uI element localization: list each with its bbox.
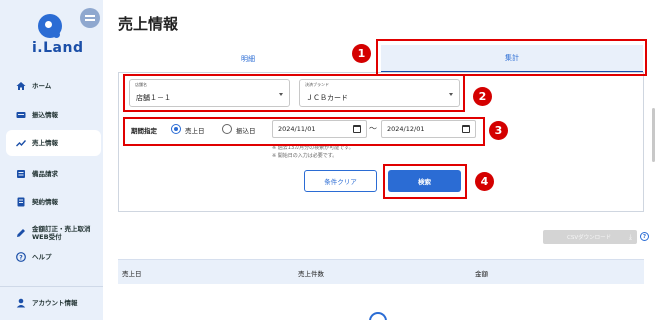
sidebar: i.Land ホーム 振込情報 売上情報 備品請求 契約情報 金額訂正・売上取消… <box>0 0 103 320</box>
sidebar-item-home[interactable]: ホーム <box>0 73 103 99</box>
sidebar-item-correction[interactable]: 金額訂正・売上取消 WEB受付 <box>0 219 103 247</box>
help-icon: ? <box>16 252 26 262</box>
clear-conditions-button[interactable]: 条件クリア <box>304 170 377 192</box>
sidebar-item-help[interactable]: ? ヘルプ <box>0 244 103 270</box>
supplies-icon <box>16 169 26 179</box>
scrollbar[interactable] <box>652 108 655 162</box>
column-header-sales-count: 売上件数 <box>298 270 324 278</box>
sidebar-item-label: 金額訂正・売上取消 WEB受付 <box>32 224 91 241</box>
contract-icon <box>16 197 26 207</box>
svg-text:?: ? <box>19 254 23 261</box>
transfer-icon <box>16 110 26 120</box>
annotation-box-4 <box>383 164 467 199</box>
csv-download-button[interactable]: CSVダウンロード ⤓ <box>543 230 637 244</box>
table-header: 売上日 売上件数 金額 <box>118 259 644 284</box>
menu-toggle-button[interactable] <box>80 8 100 28</box>
annotation-number-3: 3 <box>489 121 508 140</box>
sidebar-item-label: 振込情報 <box>32 110 58 119</box>
note-start-required: ※ 開始日の入力は必要です。 <box>272 153 338 159</box>
annotation-box-1 <box>376 39 647 76</box>
loading-spinner-icon <box>369 312 387 320</box>
page-title: 売上情報 <box>118 15 179 33</box>
sidebar-item-account[interactable]: アカウント情報 <box>0 290 103 316</box>
pencil-icon <box>16 228 26 238</box>
logo-icon <box>38 14 62 38</box>
trend-icon <box>16 138 26 148</box>
column-header-amount: 金額 <box>475 270 488 278</box>
sidebar-item-contract[interactable]: 契約情報 <box>0 189 103 215</box>
sidebar-item-label: 契約情報 <box>32 197 58 206</box>
sidebar-divider <box>0 286 103 287</box>
sidebar-item-transfer[interactable]: 振込情報 <box>0 102 103 128</box>
tab-detail[interactable]: 明細 <box>118 45 378 73</box>
csv-download-label: CSVダウンロード <box>567 235 612 241</box>
home-icon <box>16 81 26 91</box>
sidebar-item-label: 売上情報 <box>32 138 58 147</box>
sidebar-item-label: ホーム <box>32 81 52 90</box>
annotation-number-1: 1 <box>352 44 371 63</box>
sidebar-item-label: 備品請求 <box>32 169 58 178</box>
sidebar-item-label: アカウント情報 <box>32 298 78 307</box>
annotation-number-4: 4 <box>475 172 494 191</box>
annotation-number-2: 2 <box>473 87 492 106</box>
help-icon[interactable]: ? <box>640 232 649 241</box>
sidebar-item-supplies[interactable]: 備品請求 <box>0 161 103 187</box>
annotation-box-3 <box>123 117 485 146</box>
user-icon <box>16 298 26 308</box>
sidebar-item-sales[interactable]: 売上情報 <box>6 130 101 156</box>
sidebar-item-label: ヘルプ <box>32 252 52 261</box>
annotation-box-2 <box>123 74 465 112</box>
download-icon: ⤓ <box>628 233 632 241</box>
logo-text: i.Land <box>32 40 84 56</box>
column-header-sales-date: 売上日 <box>122 270 142 278</box>
